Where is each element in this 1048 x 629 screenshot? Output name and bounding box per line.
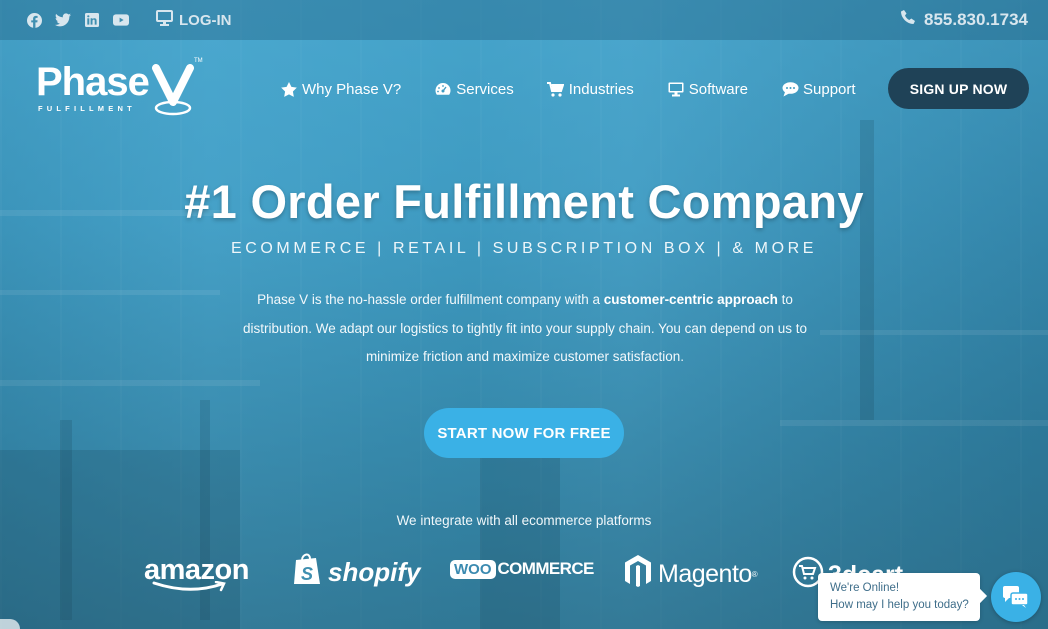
- logo-trademark: TM: [194, 58, 203, 64]
- amazon-smile-icon: [152, 581, 226, 592]
- shopify-logo: S shopify: [292, 552, 420, 593]
- woo-wordmark: COMMERCE: [497, 559, 595, 578]
- top-bar: LOG-IN 855.830.1734: [0, 0, 1048, 40]
- login-label: LOG-IN: [179, 11, 232, 29]
- open-chat-button[interactable]: [991, 572, 1041, 622]
- phone-link[interactable]: 855.830.1734: [901, 0, 1028, 40]
- integrate-text: We integrate with all ecommerce platform…: [396, 513, 652, 528]
- magento-wordmark: Magento: [658, 560, 752, 588]
- desktop-icon: [156, 10, 173, 30]
- hero-subtitle: ECOMMERCE | RETAIL | SUBSCRIPTION BOX | …: [230, 240, 818, 257]
- nav-label: Software: [688, 80, 748, 98]
- social-links: [26, 12, 142, 28]
- woocommerce-logo: WOO COMMERCE: [450, 559, 594, 579]
- chat-title: We're Online!: [830, 582, 900, 594]
- desktop-icon: [667, 81, 685, 97]
- youtube-icon[interactable]: [113, 12, 129, 28]
- nav-label: Services: [456, 80, 514, 98]
- chat-prompt[interactable]: We're Online! How may I help you today?: [818, 573, 980, 621]
- svg-text:S: S: [301, 564, 313, 584]
- magento-icon: [624, 554, 652, 595]
- desc-bold: customer-centric approach: [603, 292, 778, 307]
- hero-title: #1 Order Fulfillment Company: [184, 175, 864, 228]
- shopify-wordmark: shopify: [328, 557, 421, 587]
- sign-up-button[interactable]: SIGN UP NOW: [888, 68, 1029, 109]
- logo-wordmark: Phase: [36, 60, 150, 104]
- nav-label: Industries: [568, 80, 634, 98]
- nav-item-software[interactable]: Software: [667, 81, 748, 98]
- phase-v-logo[interactable]: Phase TM FULFILLMENT: [36, 58, 206, 118]
- hero-description: Phase V is the no-hassle order fulfillme…: [230, 286, 820, 372]
- registered-mark: ®: [751, 570, 758, 579]
- start-now-button[interactable]: START NOW FOR FREE: [424, 408, 624, 458]
- logo-subtitle: FULFILLMENT: [38, 104, 136, 113]
- woo-badge: WOO: [450, 559, 496, 579]
- nav-item-industries[interactable]: Industries: [547, 81, 634, 98]
- chat-bubbles-icon: [1003, 586, 1029, 608]
- nav-label: Why Phase V?: [302, 80, 402, 98]
- nav-label: Support: [803, 80, 856, 98]
- nav-item-support[interactable]: Support: [781, 81, 856, 98]
- phone-icon: [901, 10, 915, 30]
- comment-icon: [781, 81, 799, 97]
- chat-message: How may I help you today?: [830, 599, 969, 611]
- cart-icon: [547, 81, 565, 97]
- phone-number: 855.830.1734: [924, 10, 1028, 29]
- star-icon: [280, 81, 298, 97]
- logo-v-icon: [152, 64, 194, 116]
- twitter-icon[interactable]: [55, 12, 71, 28]
- main-nav: Why Phase V? Services Industries Softwar…: [280, 76, 889, 102]
- linkedin-icon[interactable]: [84, 12, 100, 28]
- shopify-bag-icon: S: [292, 552, 322, 593]
- nav-item-services[interactable]: Services: [434, 81, 514, 98]
- nav-item-why-phase-v[interactable]: Why Phase V?: [280, 81, 401, 98]
- desc-text: Phase V is the no-hassle order fulfillme…: [257, 292, 604, 307]
- facebook-icon[interactable]: [26, 12, 42, 28]
- amazon-logo: amazon: [144, 554, 249, 593]
- magento-logo: Magento ®: [624, 554, 758, 595]
- login-link[interactable]: LOG-IN: [156, 10, 232, 30]
- dashboard-icon: [434, 81, 452, 97]
